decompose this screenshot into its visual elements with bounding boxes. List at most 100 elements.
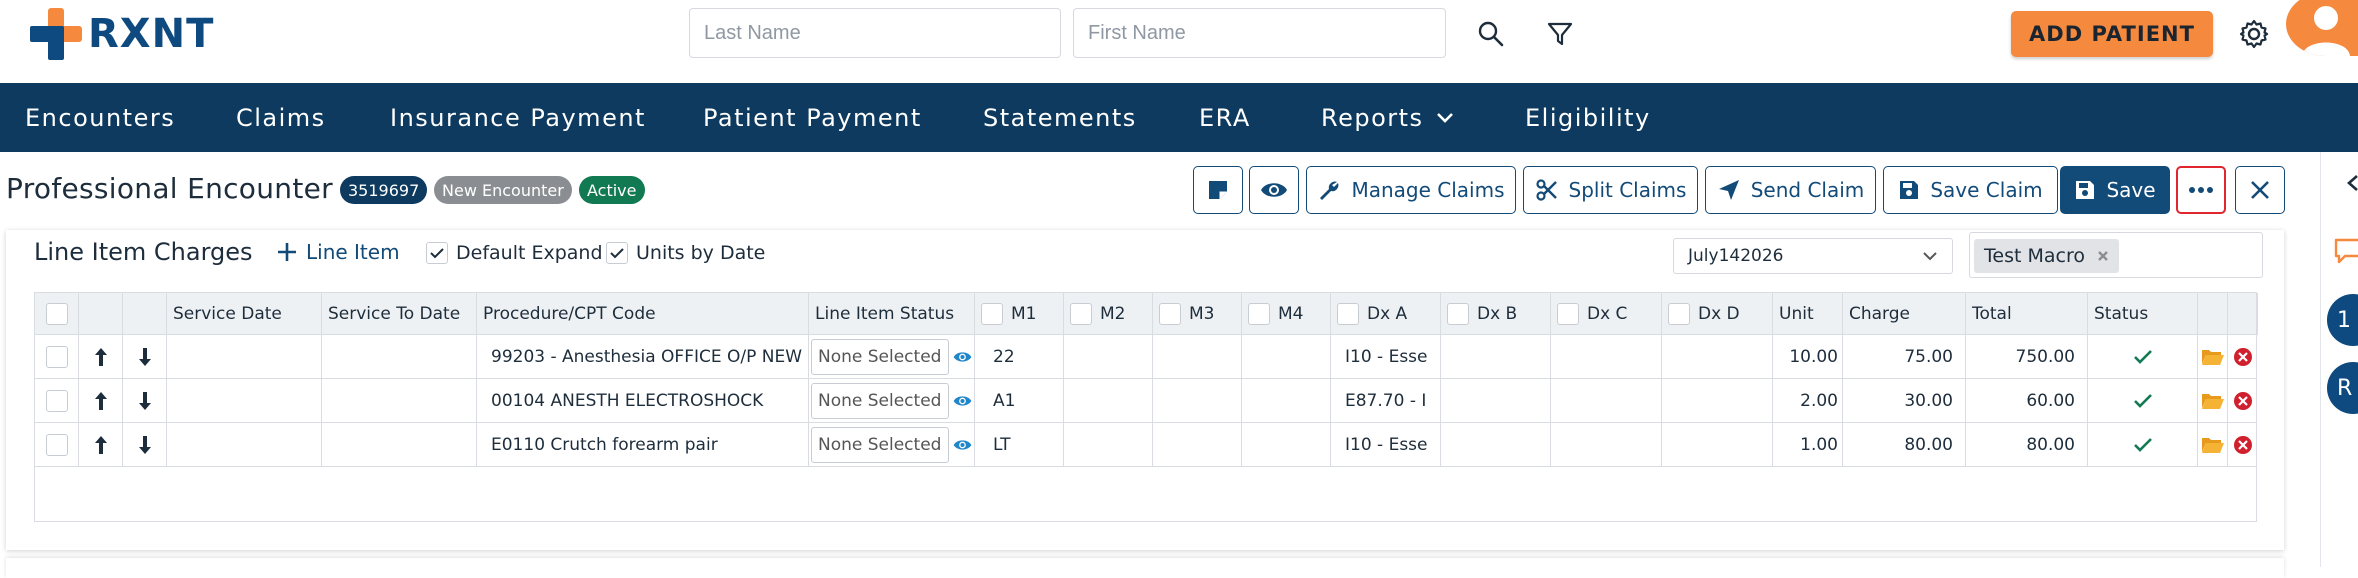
move-up-button[interactable] — [79, 379, 123, 423]
delete-circle-icon[interactable] — [2233, 347, 2253, 367]
save-button[interactable]: Save — [2060, 166, 2170, 214]
service-date-cell[interactable] — [167, 335, 322, 379]
dx-d-cell[interactable] — [1662, 379, 1773, 423]
m2-cell[interactable] — [1064, 379, 1153, 423]
nav-reports[interactable]: Reports — [1321, 83, 1454, 152]
charge-cell[interactable]: 80.00 — [1843, 423, 1966, 467]
send-claim-button[interactable]: Send Claim — [1705, 166, 1876, 214]
units-by-date-checkbox[interactable] — [606, 242, 628, 264]
macro-tag-input[interactable]: Test Macro — [1969, 232, 2263, 278]
nav-patient-payment[interactable]: Patient Payment — [703, 83, 922, 152]
save-claim-button[interactable]: Save Claim — [1883, 166, 2058, 214]
unit-cell[interactable]: 2.00 — [1773, 379, 1843, 423]
units-by-date-toggle[interactable]: Units by Date — [606, 238, 765, 268]
filter-icon[interactable] — [1540, 14, 1580, 54]
nav-era[interactable]: ERA — [1199, 83, 1251, 152]
procedure-code-cell[interactable]: 00104 ANESTH ELECTROSHOCK — [477, 379, 809, 423]
line-item-status-select[interactable]: None Selected — [811, 383, 949, 419]
m2-checkbox[interactable] — [1070, 303, 1092, 325]
dx-a-cell[interactable]: I10 - Esse — [1331, 423, 1441, 467]
folder-open-icon[interactable] — [2201, 392, 2225, 410]
dx-b-cell[interactable] — [1441, 379, 1551, 423]
m2-cell[interactable] — [1064, 335, 1153, 379]
unit-cell[interactable]: 10.00 — [1773, 335, 1843, 379]
folder-open-icon[interactable] — [2201, 436, 2225, 454]
m3-cell[interactable] — [1153, 335, 1242, 379]
m2-cell[interactable] — [1064, 423, 1153, 467]
delete-circle-icon[interactable] — [2233, 391, 2253, 411]
service-to-date-cell[interactable] — [322, 423, 477, 467]
line-item-status-select[interactable]: None Selected — [811, 339, 949, 375]
add-line-item-button[interactable]: Line Item — [276, 236, 400, 268]
nav-claims[interactable]: Claims — [236, 83, 326, 152]
macro-select[interactable]: July142026 — [1673, 238, 1953, 274]
dx-d-checkbox[interactable] — [1668, 303, 1690, 325]
row-checkbox[interactable] — [45, 346, 68, 368]
default-expand-checkbox[interactable] — [426, 242, 448, 264]
folder-open-icon[interactable] — [2201, 348, 2225, 366]
preview-button[interactable] — [1249, 166, 1299, 214]
user-avatar[interactable] — [2286, 0, 2358, 56]
move-down-button[interactable] — [123, 335, 167, 379]
move-down-button[interactable] — [123, 379, 167, 423]
dx-b-checkbox[interactable] — [1447, 303, 1469, 325]
m3-cell[interactable] — [1153, 379, 1242, 423]
service-date-cell[interactable] — [167, 379, 322, 423]
move-down-button[interactable] — [123, 423, 167, 467]
split-claims-button[interactable]: Split Claims — [1523, 166, 1698, 214]
chat-bubble-icon[interactable] — [2333, 236, 2358, 266]
unit-cell[interactable]: 1.00 — [1773, 423, 1843, 467]
select-all-checkbox[interactable] — [45, 303, 68, 325]
eye-icon[interactable] — [953, 437, 972, 453]
close-button[interactable] — [2235, 166, 2285, 214]
row-checkbox[interactable] — [45, 390, 68, 412]
nav-encounters[interactable]: Encounters — [25, 83, 175, 152]
service-to-date-cell[interactable] — [322, 379, 477, 423]
m1-cell[interactable]: LT — [975, 423, 1064, 467]
dx-b-cell[interactable] — [1441, 335, 1551, 379]
dx-a-cell[interactable]: I10 - Esse — [1331, 335, 1441, 379]
notes-button[interactable] — [1193, 166, 1243, 214]
rxnt-logo[interactable]: RXNT — [28, 6, 214, 62]
m4-cell[interactable] — [1242, 379, 1331, 423]
nav-insurance-payment[interactable]: Insurance Payment — [390, 83, 646, 152]
m1-cell[interactable]: A1 — [975, 379, 1064, 423]
dx-c-checkbox[interactable] — [1557, 303, 1579, 325]
last-name-input[interactable] — [689, 8, 1061, 58]
m3-cell[interactable] — [1153, 423, 1242, 467]
nav-statements[interactable]: Statements — [983, 83, 1137, 152]
dx-c-cell[interactable] — [1551, 335, 1662, 379]
charge-cell[interactable]: 75.00 — [1843, 335, 1966, 379]
default-expand-toggle[interactable]: Default Expand — [426, 238, 603, 268]
move-up-button[interactable] — [79, 335, 123, 379]
m3-checkbox[interactable] — [1159, 303, 1181, 325]
move-up-button[interactable] — [79, 423, 123, 467]
manage-claims-button[interactable]: Manage Claims — [1306, 166, 1516, 214]
more-options-button[interactable] — [2176, 166, 2226, 214]
dx-a-checkbox[interactable] — [1337, 303, 1359, 325]
dx-b-cell[interactable] — [1441, 423, 1551, 467]
line-item-status-select[interactable]: None Selected — [811, 427, 949, 463]
delete-circle-icon[interactable] — [2233, 435, 2253, 455]
m1-cell[interactable]: 22 — [975, 335, 1064, 379]
remove-tag-icon[interactable] — [2097, 250, 2109, 262]
row-checkbox[interactable] — [45, 434, 68, 456]
service-date-cell[interactable] — [167, 423, 322, 467]
settings-gear-icon[interactable] — [2234, 14, 2274, 54]
first-name-input[interactable] — [1073, 8, 1446, 58]
chevron-left-icon[interactable] — [2345, 174, 2358, 192]
eye-icon[interactable] — [953, 349, 972, 365]
procedure-code-cell[interactable]: E0110 Crutch forearm pair — [477, 423, 809, 467]
dx-d-cell[interactable] — [1662, 335, 1773, 379]
m4-cell[interactable] — [1242, 423, 1331, 467]
dx-c-cell[interactable] — [1551, 379, 1662, 423]
dx-a-cell[interactable]: E87.70 - I — [1331, 379, 1441, 423]
m4-cell[interactable] — [1242, 335, 1331, 379]
eye-icon[interactable] — [953, 393, 972, 409]
search-icon[interactable] — [1471, 14, 1511, 54]
procedure-code-cell[interactable]: 99203 - Anesthesia OFFICE O/P NEW — [477, 335, 809, 379]
service-to-date-cell[interactable] — [322, 335, 477, 379]
dx-d-cell[interactable] — [1662, 423, 1773, 467]
nav-eligibility[interactable]: Eligibility — [1525, 83, 1651, 152]
m1-checkbox[interactable] — [981, 303, 1003, 325]
